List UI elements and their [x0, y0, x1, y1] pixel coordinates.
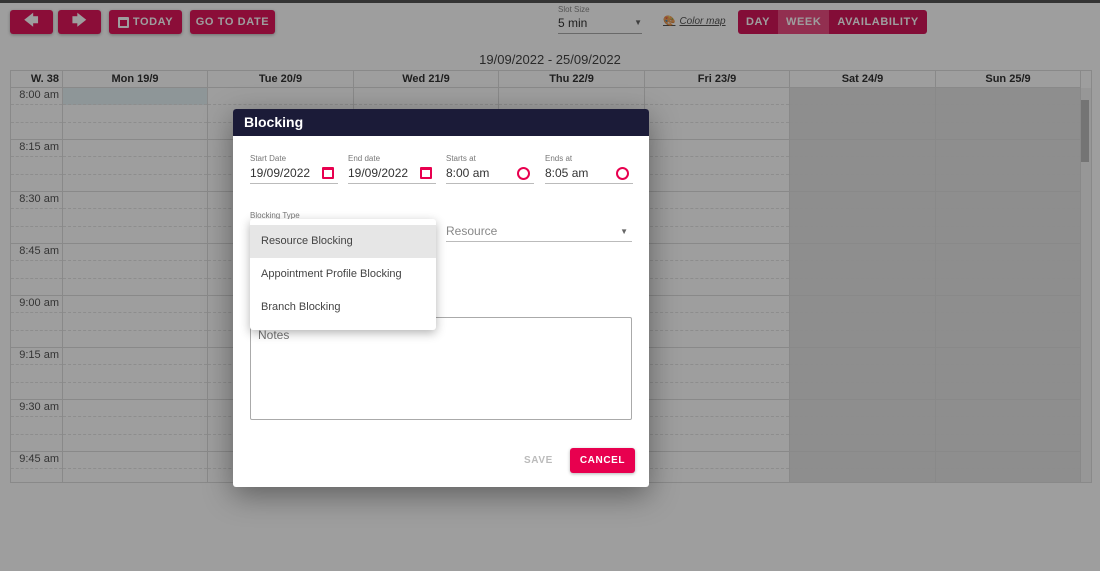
- field-label: End date: [348, 154, 381, 163]
- blocking-type-menu: Resource Blocking Appointment Profile Bl…: [250, 219, 436, 330]
- dialog-field-starts-at[interactable]: Starts at 8:00 am: [446, 154, 534, 184]
- dialog-field-end-date[interactable]: End date 19/09/2022: [348, 154, 436, 184]
- dialog-field-start-date[interactable]: Start Date 19/09/2022: [250, 154, 338, 184]
- dialog-field-ends-at[interactable]: Ends at 8:05 am: [545, 154, 633, 184]
- calendar-icon[interactable]: [322, 167, 334, 179]
- field-value: 8:05 am: [545, 166, 589, 180]
- blocking-dialog: Blocking Start Date 19/09/2022 End date 19/…: [233, 109, 649, 487]
- notes-textarea[interactable]: [250, 317, 632, 420]
- clock-icon[interactable]: [517, 166, 530, 180]
- calendar-icon[interactable]: [420, 167, 432, 179]
- option-resource-blocking[interactable]: Resource Blocking: [250, 225, 436, 258]
- dialog-title: Blocking: [233, 109, 649, 136]
- cancel-button[interactable]: CANCEL: [570, 448, 635, 473]
- field-label: Start Date: [250, 154, 287, 163]
- field-label: Ends at: [545, 154, 573, 163]
- option-branch-blocking[interactable]: Branch Blocking: [250, 291, 436, 324]
- save-button[interactable]: SAVE: [524, 455, 553, 466]
- dropdown-arrow-icon: ▼: [620, 226, 628, 236]
- field-value: 19/09/2022: [348, 166, 409, 180]
- field-label: Starts at: [446, 154, 476, 163]
- field-value: 19/09/2022: [250, 166, 311, 180]
- field-value: 8:00 am: [446, 166, 490, 180]
- clock-icon[interactable]: [616, 166, 629, 180]
- option-appointment-profile-blocking[interactable]: Appointment Profile Blocking: [250, 258, 436, 291]
- resource-select[interactable]: Resource ▼: [446, 221, 632, 242]
